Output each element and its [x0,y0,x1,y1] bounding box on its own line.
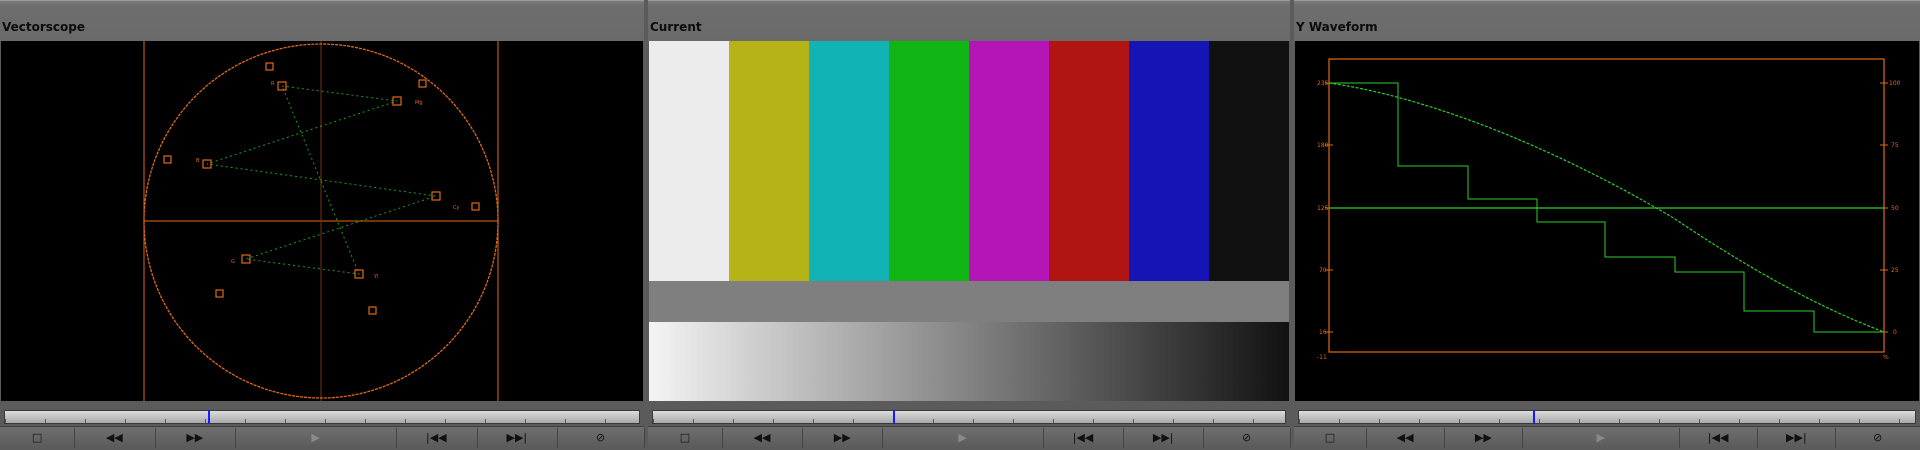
y-scale-label: 125 [1317,205,1329,212]
target-letter: Cy [453,205,459,211]
frame-button[interactable]: □ [0,428,76,448]
y-scale-label: 70 [1319,267,1327,274]
play-button[interactable]: ▶ [235,428,398,448]
gray-strip [649,281,1289,322]
playhead[interactable] [207,410,210,424]
stop-button[interactable]: ⊘ [1835,428,1920,448]
transport-controls: □ ◀◀ ▶▶ ▶ |◀◀ ▶▶| ⊘ [648,426,1291,449]
y-scale-label: 16 [1319,329,1327,336]
stop-button[interactable]: ⊘ [557,428,645,448]
panel-title: Vectorscope [2,20,86,34]
play-button[interactable]: ▶ [882,428,1044,448]
fast-forward-button[interactable]: ▶▶ [802,428,884,448]
y-waveform-panel: Y Waveform 235 180 125 70 16 -11 100 75 … [1294,0,1920,450]
panel-titlebar: Current [648,0,1290,41]
target-letter: R [271,81,275,87]
playhead[interactable] [893,410,896,424]
step-forward-button[interactable]: ▶▶| [1123,428,1205,448]
y-scale-label: -11 [1317,354,1327,361]
target-letter: Yl [373,274,378,280]
timeline-scrubber[interactable] [1298,410,1916,424]
color-bar [1209,41,1289,281]
rewind-button[interactable]: ◀◀ [722,428,804,448]
transport-controls: □ ◀◀ ▶▶ ▶ |◀◀ ▶▶| ⊘ [0,426,645,449]
playhead[interactable] [1533,410,1536,424]
color-bar [969,41,1050,281]
gray-ramp [649,322,1289,401]
fast-forward-button[interactable]: ▶▶ [1444,428,1524,448]
color-bar [809,41,890,281]
panel-title: Current [650,20,702,34]
transport-controls: □ ◀◀ ▶▶ ▶ |◀◀ ▶▶| ⊘ [1294,426,1920,449]
waveform-display: 235 180 125 70 16 -11 100 75 50 25 0 % [1295,41,1919,401]
color-bar [889,41,970,281]
fast-forward-button[interactable]: ▶▶ [155,428,237,448]
waveform-graph: 235 180 125 70 16 -11 100 75 50 25 0 % [1317,58,1901,361]
color-bar [1049,41,1130,281]
y-scale-label: 180 [1317,142,1329,149]
timeline-ticks [5,419,639,423]
timeline-ticks [1299,419,1915,423]
timeline-ticks [653,419,1285,423]
timeline-scrubber[interactable] [4,410,640,424]
vectorscope-panel: Vectorscope R Mg B Cy G Yl □ ◀◀ ▶▶ ▶ |◀◀… [0,0,645,450]
color-bar [649,41,730,281]
rewind-button[interactable]: ◀◀ [1366,428,1446,448]
target-letter: G [231,259,235,265]
color-bar [1129,41,1210,281]
rewind-button[interactable]: ◀◀ [74,428,156,448]
step-back-button[interactable]: |◀◀ [1679,428,1759,448]
percent-scale-label: 50 [1891,205,1899,212]
panel-titlebar: Vectorscope [0,0,644,41]
current-panel: Current □ ◀◀ ▶▶ ▶ |◀◀ ▶▶| ⊘ [648,0,1291,450]
panel-title: Y Waveform [1296,20,1378,34]
y-scale-label: 235 [1317,80,1329,87]
step-forward-button[interactable]: ▶▶| [1757,428,1837,448]
step-back-button[interactable]: |◀◀ [1043,428,1125,448]
color-bar [729,41,810,281]
step-forward-button[interactable]: ▶▶| [477,428,559,448]
target-letter: Mg [415,100,423,106]
panel-titlebar: Y Waveform [1294,0,1920,41]
percent-scale-label: 75 [1891,142,1899,149]
frame-button[interactable]: □ [1294,428,1367,448]
percent-scale-label: 0 [1893,329,1897,336]
vectorscope-display: R Mg B Cy G Yl [1,41,643,401]
vectorscope-graph: R Mg B Cy G Yl [143,41,499,401]
timeline-scrubber[interactable] [652,410,1286,424]
play-button[interactable]: ▶ [1522,428,1680,448]
step-back-button[interactable]: |◀◀ [396,428,478,448]
color-bars-display [649,41,1289,401]
color-bars [649,41,1289,401]
percent-scale-label: 100 [1889,80,1901,87]
percent-scale-label: 25 [1891,267,1899,274]
stop-button[interactable]: ⊘ [1203,428,1291,448]
frame-button[interactable]: □ [648,428,723,448]
percent-scale-label: % [1883,354,1889,361]
target-letter: B [196,158,200,164]
